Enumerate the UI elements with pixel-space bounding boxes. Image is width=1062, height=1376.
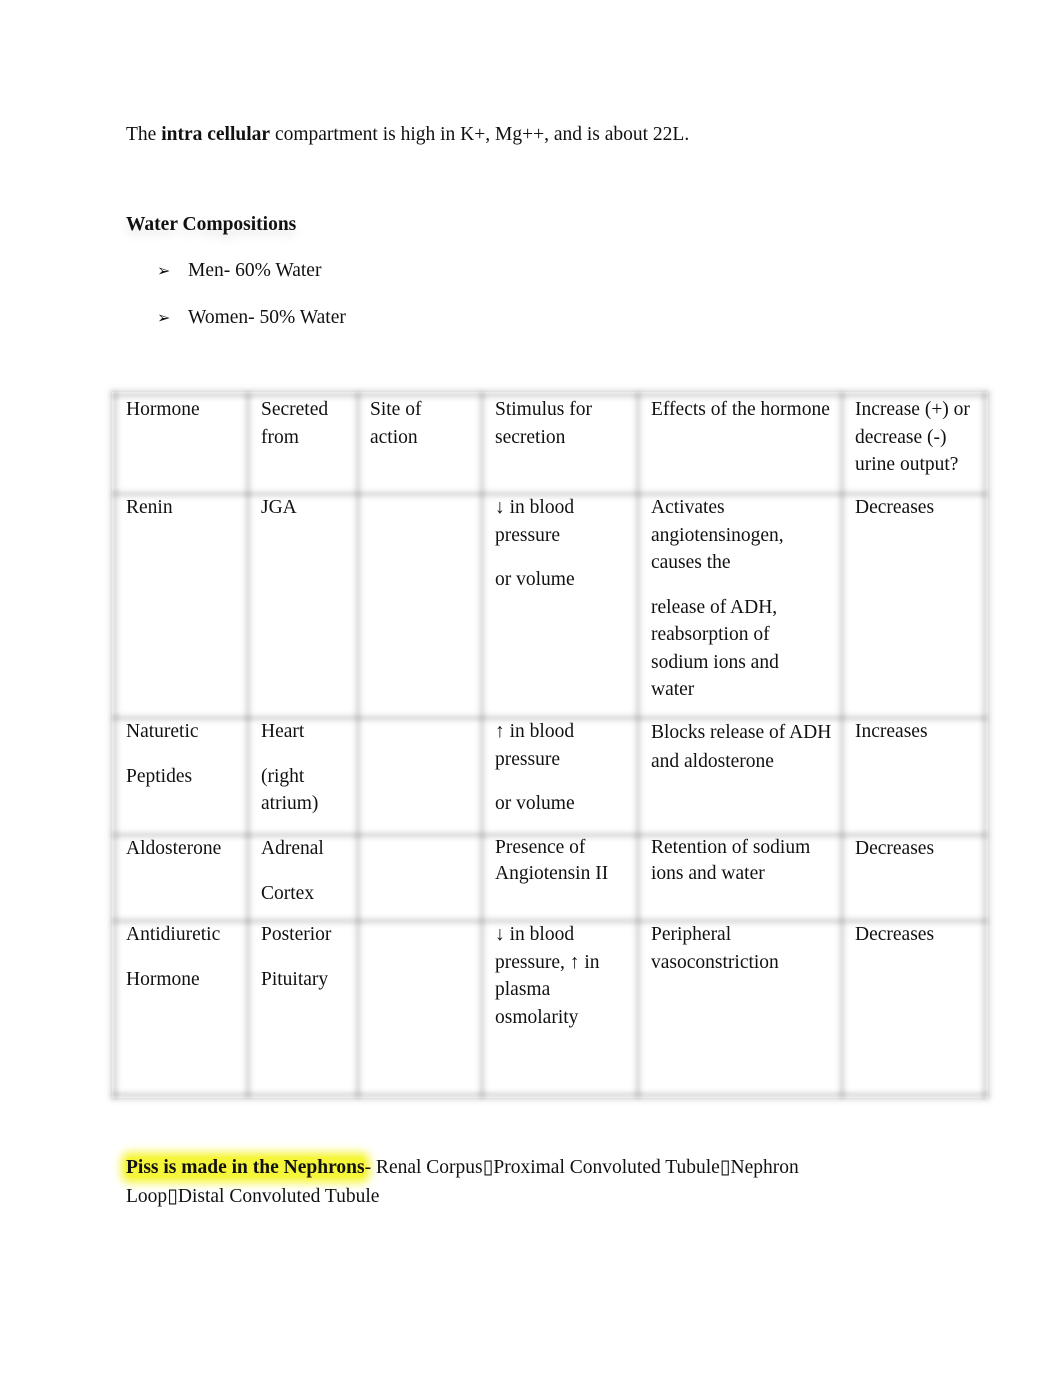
table-cell-urine-output: Increases [855, 721, 928, 742]
cell-line: (right atrium) [261, 765, 319, 815]
cell-line: Antidiuretic [126, 924, 221, 945]
table-cell-hormone: Aldosterone [126, 835, 244, 863]
table-cell-stimulus: Presence of Angiotensin II [495, 835, 625, 887]
cell-line: release of ADH, reabsorption of sodium i… [651, 596, 779, 701]
cell-line: Renin [126, 497, 173, 518]
cell-line: Hormone [126, 968, 200, 990]
water-compositions-heading: Water Compositions [126, 214, 297, 235]
table-cell-secreted-from: JGA [261, 494, 351, 522]
cell-line: or volume [495, 793, 575, 814]
arrowhead-bullet-icon: ➢ [157, 263, 171, 280]
hormone-table: Hormone Secreted from Site of action Sti… [112, 392, 988, 1098]
table-cell-stimulus: ↓ in blood pressure or volume [495, 494, 620, 594]
table-border [355, 392, 361, 1098]
cell-line: Naturetic [126, 721, 199, 742]
header-urine-output: Increase (+) or decrease (-) urine outpu… [855, 399, 970, 475]
table-border [479, 392, 485, 1098]
cell-line: JGA [261, 497, 297, 518]
cell-line: Adrenal [261, 838, 324, 859]
cell-line: Heart [261, 721, 305, 742]
cell-line: Activates angiotensinogen, causes the [651, 497, 784, 573]
table-cell-secreted-from: Posterior Pituitary [261, 921, 351, 993]
intro-prefix: The [126, 124, 157, 145]
intro-paragraph: The intra cellular compartment is high i… [126, 124, 689, 146]
list-item-text: Women- 50% Water [188, 307, 346, 328]
intro-suffix: compartment is high in K+, Mg++, and is … [274, 124, 690, 145]
table-cell-effects: Activates angiotensinogen, causes the re… [651, 494, 811, 704]
cell-line: Peripheral vasoconstriction [651, 924, 779, 973]
highlighted-text: Piss is made in the Nephrons [126, 1157, 365, 1178]
intro-bold-term: intra cellular [161, 124, 271, 145]
table-cell-stimulus: ↓ in blood pressure, ↑ in plasma osmolar… [495, 921, 620, 1031]
header-secreted-from: Secreted from [261, 399, 329, 448]
cell-line: Cortex [261, 882, 315, 904]
table-cell-effects: Blocks release of ADH and aldosterone [651, 718, 841, 776]
cell-line: Posterior [261, 924, 332, 945]
cell-line: ↓ in blood pressure [495, 497, 575, 546]
table-cell-effects: Peripheral vasoconstriction [651, 921, 831, 976]
table-cell-urine-output: Decreases [855, 838, 935, 859]
cell-line: Retention of sodium ions and water [651, 837, 811, 884]
table-cell-hormone: Naturetic Peptides [126, 718, 241, 790]
list-item: ➢ Women- 50% Water [157, 307, 346, 329]
cell-line: Pituitary [261, 968, 329, 990]
header-stimulus: Stimulus for secretion [495, 399, 592, 448]
cell-line: ↓ in blood pressure, ↑ in plasma osmolar… [495, 924, 600, 1028]
table-cell-secreted-from: Heart (right atrium) [261, 718, 341, 818]
table-border [635, 392, 641, 1098]
table-cell-stimulus: ↑ in blood pressure or volume [495, 718, 620, 818]
cell-line: Peptides [126, 765, 193, 787]
header-hormone: Hormone [126, 399, 200, 420]
table-cell-effects: Retention of sodium ions and water [651, 835, 836, 887]
cell-line: ↑ in blood pressure [495, 721, 575, 770]
cell-line: Presence of Angiotensin II [495, 837, 609, 884]
cell-line: or volume [495, 569, 575, 590]
cell-line: Aldosterone [126, 838, 222, 859]
table-border [112, 1092, 988, 1098]
cell-line: Blocks release of ADH and aldosterone [651, 722, 832, 772]
list-item-text: Men- 60% Water [188, 260, 322, 281]
table-border [245, 392, 251, 1098]
table-cell-hormone: Antidiuretic Hormone [126, 921, 244, 993]
header-site-of-action: Site of action [370, 399, 422, 448]
list-item: ➢ Men- 60% Water [157, 260, 321, 282]
table-cell-hormone: Renin [126, 494, 241, 522]
arrowhead-bullet-icon: ➢ [157, 310, 171, 327]
table-border [982, 392, 988, 1098]
nephron-paragraph: Piss is made in the Nephrons- Renal Corp… [126, 1153, 886, 1211]
table-cell-urine-output: Decreases [855, 497, 935, 518]
table-cell-secreted-from: Adrenal Cortex [261, 835, 351, 907]
header-effects: Effects of the hormone [651, 399, 830, 420]
table-border [112, 392, 118, 1098]
table-cell-urine-output: Decreases [855, 924, 935, 945]
